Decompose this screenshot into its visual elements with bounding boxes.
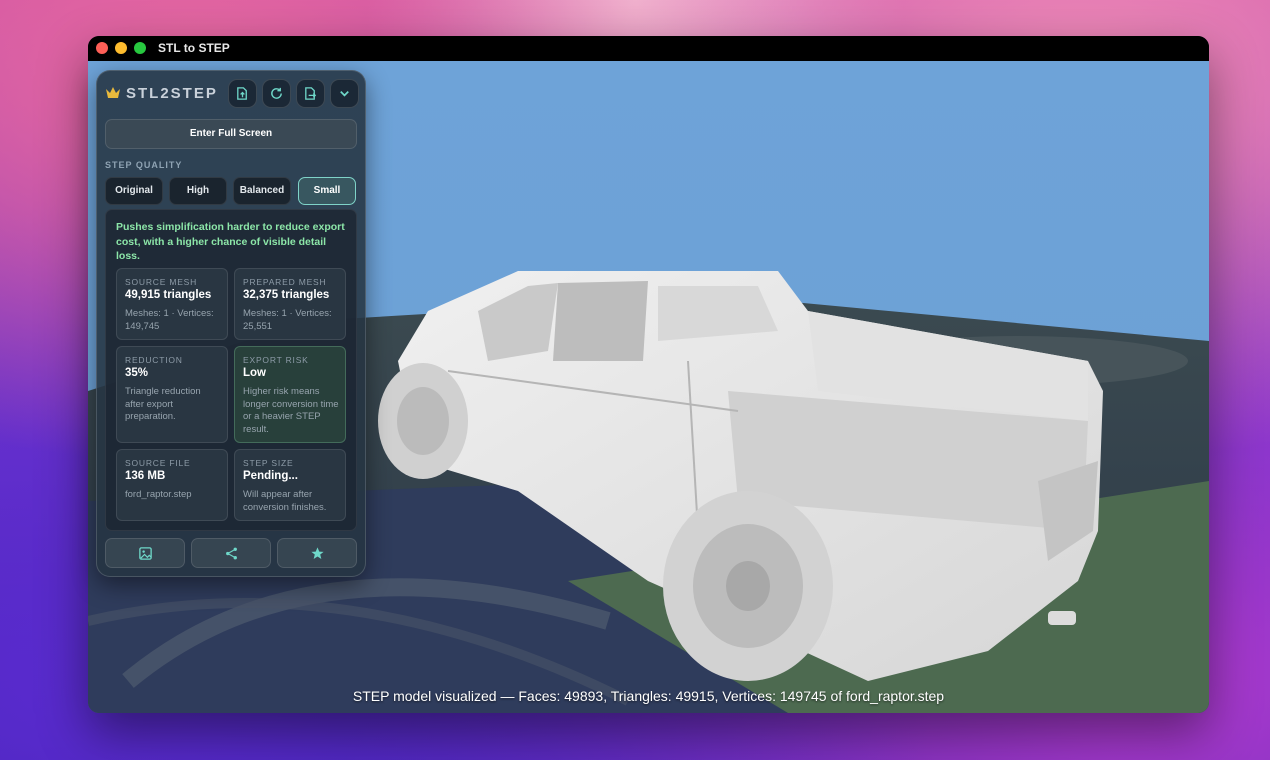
export-risk-card: EXPORT RISK Low Higher risk means longer… <box>234 346 346 443</box>
reduction-label: REDUCTION <box>125 355 183 365</box>
star-icon <box>310 546 324 559</box>
step-size-value: Pending... <box>243 470 298 482</box>
window-title: STL to STEP <box>158 41 230 55</box>
favorite-button[interactable] <box>277 538 357 568</box>
export-risk-label: EXPORT RISK <box>243 355 309 365</box>
step-size-sub: Will appear after conversion finishes. <box>243 489 327 513</box>
source-file-value: 136 MB <box>125 470 166 482</box>
reduction-card: REDUCTION 35% Triangle reduction after e… <box>116 346 228 443</box>
quality-original-button[interactable]: Original <box>105 177 163 205</box>
import-mesh-button[interactable] <box>228 79 257 108</box>
source-file-sub: ford_raptor.step <box>125 489 192 500</box>
close-window-button[interactable] <box>96 42 108 54</box>
source-mesh-label: SOURCE MESH <box>125 277 198 287</box>
share-icon <box>225 547 237 559</box>
enter-full-screen-button[interactable]: Enter Full Screen <box>105 119 357 149</box>
source-file-card: SOURCE FILE 136 MB ford_raptor.step <box>116 449 228 521</box>
prepared-mesh-value: 32,375 triangles <box>243 289 330 301</box>
prepared-mesh-label: PREPARED MESH <box>243 277 327 287</box>
refresh-icon <box>271 87 282 99</box>
share-button[interactable] <box>191 538 271 568</box>
quality-description: Pushes simplification harder to reduce e… <box>116 221 345 262</box>
minimize-window-button[interactable] <box>115 42 127 54</box>
quality-high-button[interactable]: High <box>169 177 227 205</box>
file-upload-icon <box>237 87 247 100</box>
viewport-status-text: STEP model visualized — Faces: 49893, Tr… <box>352 688 945 704</box>
quality-info-card: Pushes simplification harder to reduce e… <box>105 209 357 531</box>
crown-icon <box>106 87 120 98</box>
reduction-sub: Triangle reduction after export preparat… <box>125 386 201 422</box>
title-bar: STL to STEP <box>88 36 1209 61</box>
image-button[interactable] <box>105 538 185 568</box>
brand: STL2STEP <box>106 83 218 103</box>
source-file-label: SOURCE FILE <box>125 458 191 468</box>
export-risk-value: Low <box>243 367 266 379</box>
collapse-button[interactable] <box>330 79 359 108</box>
brand-name: STL2STEP <box>126 84 218 102</box>
zoom-window-button[interactable] <box>134 42 146 54</box>
export-step-button[interactable] <box>296 79 325 108</box>
source-mesh-card: SOURCE MESH 49,915 triangles Meshes: 1 ·… <box>116 268 228 340</box>
step-size-card: STEP SIZE Pending... Will appear after c… <box>234 449 346 521</box>
control-panel: STL2STEP Enter Full Screen STEP QUALITY … <box>96 70 366 577</box>
source-mesh-value: 49,915 triangles <box>125 289 212 301</box>
export-risk-sub: Higher risk means longer conversion time… <box>243 386 339 435</box>
quality-balanced-button[interactable]: Balanced <box>233 177 291 205</box>
chevron-down-icon <box>340 91 349 97</box>
refresh-button[interactable] <box>262 79 291 108</box>
step-size-label: STEP SIZE <box>243 458 294 468</box>
source-mesh-sub: Meshes: 1 · Vertices: 149,745 <box>125 308 214 332</box>
image-icon <box>138 546 152 560</box>
quality-small-button[interactable]: Small <box>298 177 356 205</box>
prepared-mesh-card: PREPARED MESH 32,375 triangles Meshes: 1… <box>234 268 346 340</box>
reduction-value: 35% <box>125 367 149 379</box>
export-icon <box>305 87 317 100</box>
prepared-mesh-sub: Meshes: 1 · Vertices: 25,551 <box>243 308 332 332</box>
step-quality-label: STEP QUALITY <box>105 160 183 170</box>
